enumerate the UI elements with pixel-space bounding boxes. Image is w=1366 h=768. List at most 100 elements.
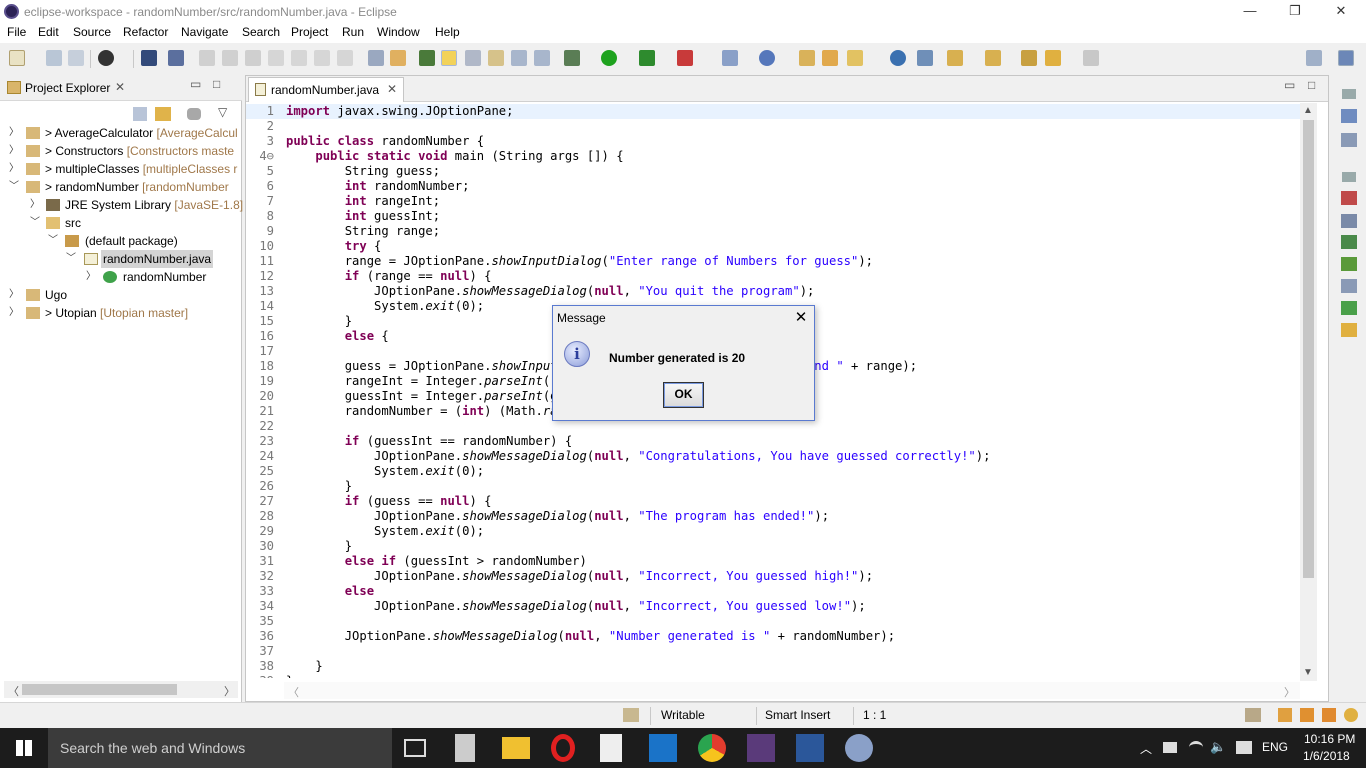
search-tool-icon[interactable] (847, 50, 863, 66)
editor-tab-randomnumber[interactable]: randomNumber.java ✕ (248, 77, 404, 102)
menu-navigate[interactable]: Navigate (181, 25, 228, 39)
new-class-icon[interactable] (759, 50, 775, 66)
progress-icon[interactable] (1341, 279, 1357, 293)
ok-button[interactable]: OK (663, 382, 704, 408)
close-button[interactable]: ✕ (1318, 0, 1364, 24)
book-icon[interactable] (1278, 708, 1292, 722)
back-icon[interactable] (1045, 50, 1061, 66)
heap-icon[interactable] (1245, 708, 1261, 722)
outlook-icon[interactable] (649, 734, 677, 762)
vertical-scrollbar[interactable]: ▲ ▼ (1300, 103, 1317, 681)
eclipse-taskbar-icon[interactable] (747, 734, 775, 762)
resume-icon[interactable] (199, 50, 215, 66)
close-tab-icon[interactable]: ✕ (115, 80, 125, 94)
collapse-all-icon[interactable] (133, 107, 147, 121)
declaration-icon[interactable] (1341, 235, 1357, 249)
new-icon[interactable] (9, 50, 25, 66)
word-icon[interactable] (796, 734, 824, 762)
menu-help[interactable]: Help (435, 25, 460, 39)
external-tools-icon[interactable] (677, 50, 693, 66)
pen-icon[interactable] (1322, 708, 1336, 722)
step-into-icon[interactable] (291, 50, 307, 66)
minimize-editor-icon[interactable]: ▭ (1284, 78, 1295, 92)
skip-breakpoints-icon[interactable] (168, 50, 184, 66)
next-annotation-icon[interactable] (947, 50, 963, 66)
store-icon[interactable] (600, 734, 622, 762)
scroll-right-icon[interactable]: 〉 (1284, 684, 1295, 700)
restore-view-icon[interactable] (1342, 172, 1356, 182)
language-indicator[interactable]: ENG (1262, 740, 1288, 754)
insert-mode-status[interactable]: Smart Insert (765, 708, 830, 722)
use-step-filters-icon[interactable] (390, 50, 406, 66)
disconnect-icon[interactable] (268, 50, 284, 66)
restore-button[interactable]: ❐ (1272, 0, 1318, 24)
problems-icon[interactable] (1341, 191, 1357, 205)
git-icon[interactable] (1341, 323, 1357, 337)
menu-source[interactable]: Source (73, 25, 111, 39)
block-selection-icon[interactable] (511, 50, 527, 66)
battery-icon[interactable] (1163, 742, 1177, 753)
notification-icon[interactable] (1236, 741, 1252, 754)
menu-search[interactable]: Search (242, 25, 280, 39)
debug-icon[interactable] (564, 50, 580, 66)
coverage-icon[interactable] (639, 50, 655, 66)
scroll-up-icon[interactable]: ▲ (1303, 105, 1313, 116)
menu-window[interactable]: Window (377, 25, 420, 39)
last-edit-icon[interactable] (1021, 50, 1037, 66)
scrollbar-thumb[interactable] (22, 684, 177, 695)
project-explorer-tab[interactable]: Project Explorer (25, 81, 110, 95)
menu-refactor[interactable]: Refactor (123, 25, 168, 39)
task-view-icon[interactable] (404, 739, 426, 757)
highlight-icon[interactable] (441, 50, 457, 66)
toggle-mark-icon[interactable] (488, 50, 504, 66)
clock-date[interactable]: 1/6/2018 (1303, 749, 1350, 763)
task-list-icon[interactable] (1341, 133, 1357, 147)
outline-icon[interactable] (1341, 109, 1357, 123)
globe-icon[interactable] (890, 50, 906, 66)
maximize-editor-icon[interactable]: □ (1308, 78, 1315, 92)
calculator-icon[interactable] (455, 734, 475, 762)
menu-file[interactable]: File (7, 25, 26, 39)
scroll-right-icon[interactable]: 〉 (224, 683, 235, 699)
run-icon[interactable] (601, 50, 617, 66)
wifi-icon[interactable] (1189, 741, 1203, 754)
annotation-icon[interactable] (465, 50, 481, 66)
close-editor-icon[interactable]: ✕ (387, 82, 397, 96)
previous-annotation-icon[interactable] (985, 50, 1001, 66)
scrollbar-thumb[interactable] (1303, 120, 1314, 578)
menu-edit[interactable]: Edit (38, 25, 59, 39)
scroll-left-icon[interactable]: 〈 (8, 683, 19, 699)
step-over-icon[interactable] (314, 50, 330, 66)
minimize-button[interactable]: — (1227, 0, 1273, 24)
link-editor-icon[interactable] (155, 107, 171, 121)
suspend-icon[interactable] (222, 50, 238, 66)
search-view-icon[interactable] (1341, 301, 1357, 315)
dialog-close-icon[interactable]: ✕ (790, 308, 812, 328)
open-folder-icon[interactable] (822, 50, 838, 66)
windows-start-icon[interactable] (16, 740, 32, 756)
open-perspective-icon[interactable] (1306, 50, 1322, 66)
hat-icon[interactable] (1300, 708, 1314, 722)
smiley-icon[interactable] (1344, 708, 1358, 722)
console-view-icon[interactable] (1341, 257, 1357, 271)
clock-time[interactable]: 10:16 PM (1304, 732, 1355, 746)
chrome-icon[interactable] (698, 734, 726, 762)
show-hidden-icons[interactable]: ︿ (1140, 740, 1152, 757)
view-menu-icon[interactable]: ▽ (218, 105, 227, 119)
file-explorer-icon[interactable] (502, 737, 530, 759)
scroll-down-icon[interactable]: ▼ (1303, 667, 1313, 678)
menu-project[interactable]: Project (291, 25, 328, 39)
save-icon[interactable] (46, 50, 62, 66)
volume-icon[interactable]: 🔈 (1210, 739, 1226, 755)
javadoc-icon[interactable] (1341, 214, 1357, 228)
scroll-left-icon[interactable]: 〈 (288, 684, 299, 700)
taskbar-search[interactable]: Search the web and Windows (48, 728, 392, 768)
maximize-view-icon[interactable]: □ (213, 77, 220, 91)
save-all-icon[interactable] (68, 50, 84, 66)
github-icon[interactable] (98, 50, 114, 66)
console-icon[interactable] (141, 50, 157, 66)
drop-to-frame-icon[interactable] (368, 50, 384, 66)
refresh-icon[interactable] (917, 50, 933, 66)
editor-horizontal-scrollbar[interactable]: 〈 〉 (284, 682, 1300, 699)
show-whitespace-icon[interactable] (534, 50, 550, 66)
